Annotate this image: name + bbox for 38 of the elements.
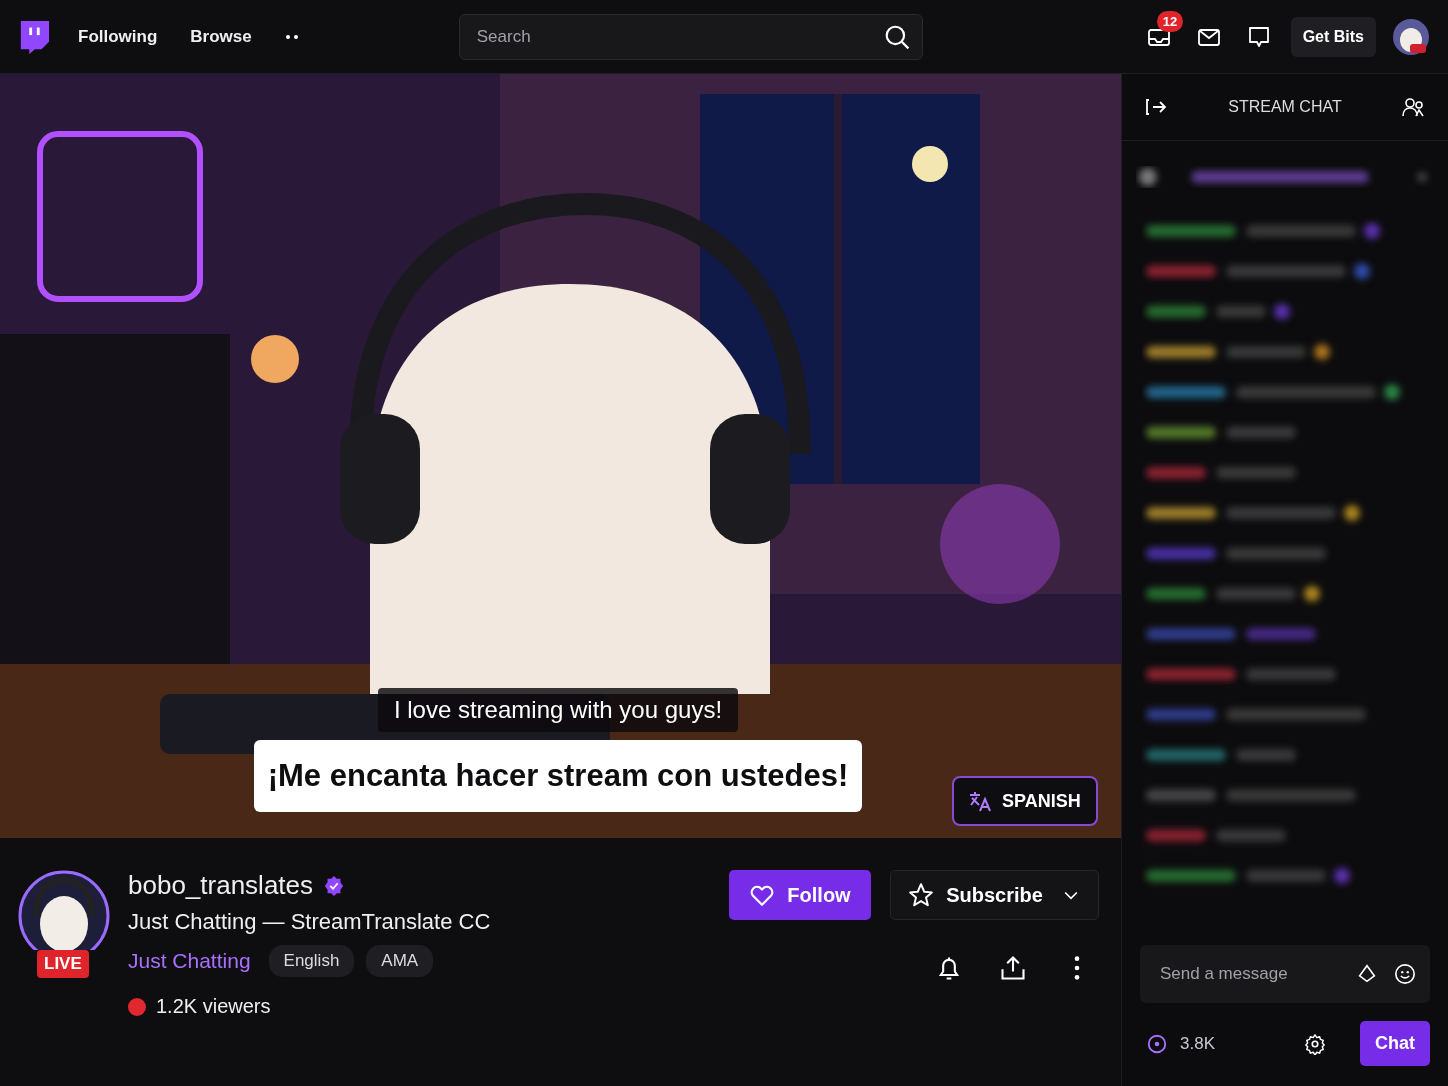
- caption-translated: ¡Me encanta hacer stream con ustedes!: [253, 740, 863, 812]
- viewer-count: 1.2K viewers: [156, 995, 271, 1018]
- settings-icon[interactable]: [1304, 1032, 1326, 1055]
- logo-icon[interactable]: [18, 19, 50, 54]
- search-field[interactable]: Search: [458, 13, 923, 60]
- chat-title: STREAM CHAT: [1228, 98, 1342, 116]
- channel-points-icon[interactable]: [1146, 1032, 1168, 1055]
- channel-avatar[interactable]: [18, 870, 110, 950]
- nav-link[interactable]: Browse: [190, 26, 252, 47]
- message-input[interactable]: Send a message: [1158, 963, 1340, 985]
- channel-name[interactable]: bobo_translates: [128, 870, 314, 901]
- chat-bubble-icon[interactable]: [1246, 24, 1271, 49]
- search-input[interactable]: Search: [474, 25, 884, 48]
- avatar[interactable]: [1392, 17, 1430, 56]
- tag[interactable]: AMA: [366, 945, 434, 977]
- notification-badge: 12: [1156, 10, 1184, 32]
- category-link[interactable]: Just Chatting: [128, 949, 251, 973]
- search-icon[interactable]: [883, 23, 910, 50]
- emoji-icon[interactable]: [1394, 963, 1416, 985]
- message-field[interactable]: Send a message: [1140, 945, 1430, 1003]
- get-bits-button[interactable]: Get Bits: [1290, 16, 1376, 57]
- nav-link[interactable]: Following: [78, 26, 158, 47]
- live-badge: LIVE: [37, 950, 89, 978]
- stream-title: Just Chatting — StreamTranslate CC: [128, 909, 491, 935]
- points-count: 3.8K: [1180, 1033, 1215, 1054]
- users-icon[interactable]: [1402, 95, 1426, 119]
- subscribe-button[interactable]: Subscribe: [890, 870, 1099, 920]
- share-icon[interactable]: [999, 954, 1027, 982]
- live-dot-icon: [128, 997, 146, 1016]
- follow-button[interactable]: Follow: [729, 870, 871, 920]
- bits-icon[interactable]: [1356, 963, 1378, 985]
- translate-icon: [968, 789, 992, 813]
- caption-original: I love streaming with you guys!: [377, 688, 739, 732]
- language-button[interactable]: SPANISH: [952, 776, 1098, 826]
- more-icon[interactable]: [284, 33, 299, 40]
- tag[interactable]: English: [268, 945, 355, 977]
- star-icon: [908, 882, 935, 908]
- chat-button[interactable]: Chat: [1360, 1021, 1430, 1066]
